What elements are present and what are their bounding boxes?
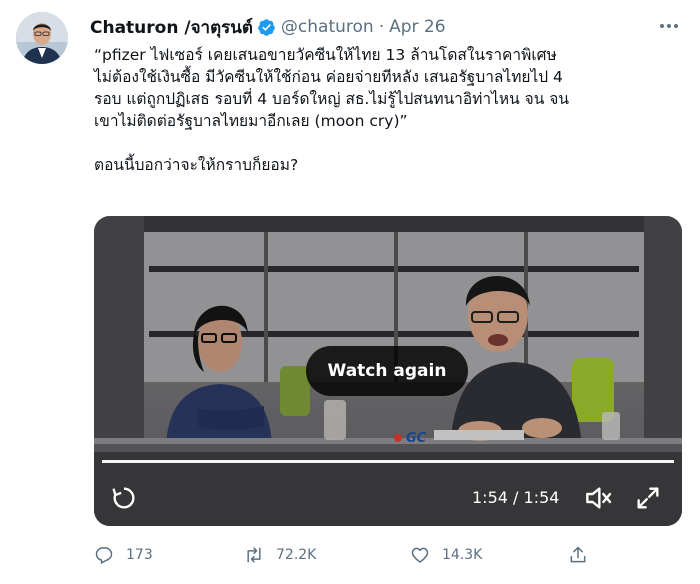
tweet-second-paragraph: ตอนนี้บอกว่าจะให้กราบก็ยอม? [94, 156, 299, 174]
like-button[interactable]: 14.3K [410, 540, 482, 570]
tweet-actions: 173 72.2K 14.3K [94, 540, 684, 570]
video-player[interactable]: GC Watch again 1:54 / 1:54 [94, 216, 682, 526]
retweet-count: 72.2K [276, 547, 317, 563]
tweet-line: รอบ แต่ถูกปฏิเสธ รอบที่ 4 บอร์ดใหญ่ สธ.ไ… [94, 90, 569, 108]
tweet-text: “pfizer ไฟเซอร์ เคยเสนอขายวัคซีนให้ไทย 1… [94, 44, 684, 176]
avatar-photo [16, 12, 68, 64]
header-separator: · [378, 17, 385, 37]
retweet-icon [247, 547, 261, 563]
author-name[interactable]: Chaturon /จาตุรนต์ [90, 14, 253, 41]
reply-count: 173 [126, 547, 153, 563]
progress-bar[interactable] [102, 460, 674, 463]
like-count: 14.3K [442, 547, 483, 563]
like-icon [411, 547, 429, 563]
reply-button[interactable]: 173 [94, 540, 153, 570]
author-handle[interactable]: @chaturon [281, 17, 374, 37]
volume-icon[interactable] [582, 482, 614, 514]
share-button[interactable] [568, 540, 600, 570]
verified-badge-icon [258, 18, 275, 36]
avatar[interactable] [16, 12, 68, 64]
replay-icon[interactable] [110, 484, 138, 512]
tweet-line: ไม่ต้องใช้เงินซื้อ มีวัคซีนให้ใช้ก่อน ค่… [94, 68, 563, 86]
time-display: 1:54 / 1:54 [472, 488, 560, 507]
reply-icon [95, 547, 113, 564]
tweet-header: Chaturon /จาตุรนต์ @chaturon · Apr 26 [90, 16, 446, 38]
share-icon [570, 546, 586, 563]
tweet-date[interactable]: Apr 26 [389, 17, 445, 37]
retweet-button[interactable]: 72.2K [244, 540, 316, 570]
tweet-line: “pfizer ไฟเซอร์ เคยเสนอขายวัคซีนให้ไทย 1… [94, 46, 557, 64]
tweet-line: เขาไม่ติดต่อรัฐบาลไทยมาอีกเลย (moon cry)… [94, 112, 408, 130]
fullscreen-icon[interactable] [634, 484, 662, 512]
watch-again-button[interactable]: Watch again [306, 346, 468, 396]
more-icon[interactable] [654, 14, 684, 38]
